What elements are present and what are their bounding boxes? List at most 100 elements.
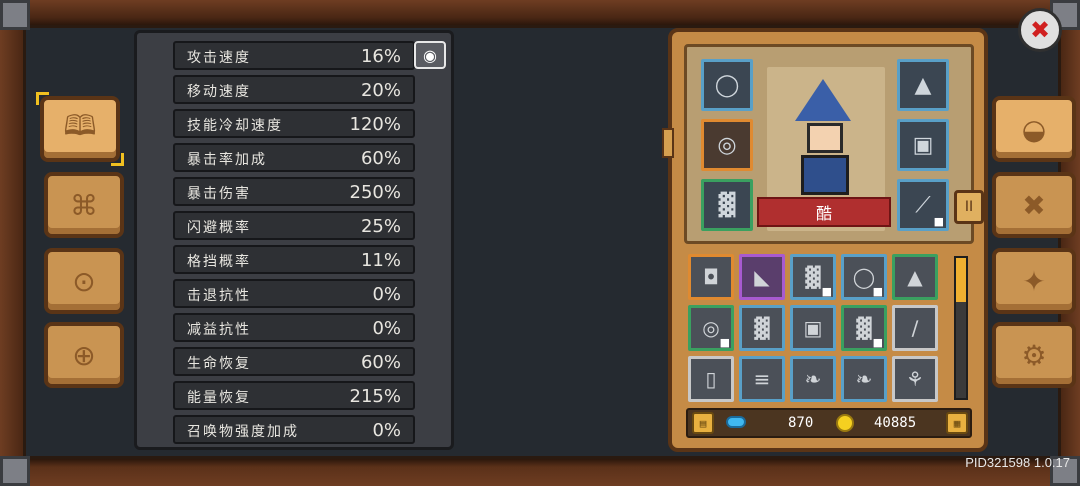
stats-list: 攻击速度 16% 移动速度 20% 技能冷却速度 120% 暴击率加成 60% 暴击伤害 250%… bbox=[173, 41, 451, 444]
inventory-slot[interactable]: ▓ ■ bbox=[790, 254, 836, 300]
inventory-slot[interactable]: ◎ ■ bbox=[688, 305, 734, 351]
inventory-slot[interactable]: ▲ bbox=[892, 254, 938, 300]
tab-skills[interactable]: ✖ bbox=[992, 172, 1076, 238]
inventory-slot[interactable]: ◯ ■ bbox=[841, 254, 887, 300]
close-button[interactable]: ✖ bbox=[1018, 8, 1062, 52]
stat-row: 暴击伤害 250% bbox=[173, 177, 415, 206]
helmet-icon: ◒ bbox=[1021, 112, 1047, 146]
stat-label: 格挡概率 bbox=[187, 254, 251, 270]
inventory-slot[interactable]: ≡ bbox=[739, 356, 785, 402]
stat-label: 闪避概率 bbox=[187, 220, 251, 236]
stat-label: 减益抗性 bbox=[187, 322, 251, 338]
equip-slot-hat[interactable]: ▲ bbox=[897, 59, 949, 111]
panel-arrow-tab[interactable] bbox=[662, 128, 674, 158]
wheat-icon: ⚘ bbox=[906, 367, 924, 391]
inventory-slot[interactable]: ❧ bbox=[790, 356, 836, 402]
tab-stats[interactable]: 🕮 bbox=[36, 92, 124, 166]
frame-corner bbox=[0, 456, 30, 486]
inventory-slot[interactable]: ◘ bbox=[688, 254, 734, 300]
map-icon: ⌘ bbox=[70, 188, 98, 222]
gear-icon: ⚙ bbox=[1021, 338, 1047, 372]
hat-icon: ▲ bbox=[907, 265, 923, 289]
shoe-icon: ◣ bbox=[754, 265, 770, 289]
book-icon: 🕮 bbox=[63, 109, 97, 142]
orbs-icon: ⊙ bbox=[72, 264, 96, 298]
scroll-icon: ≡ bbox=[753, 367, 771, 391]
pause-label: II bbox=[964, 199, 974, 215]
character-name: 酷 bbox=[757, 197, 891, 227]
tab-orbs[interactable]: ⊙ bbox=[44, 248, 124, 314]
coin-count: 40885 bbox=[874, 415, 917, 431]
boots-icon: ▓ bbox=[856, 316, 872, 340]
armor-icon: ▣ bbox=[803, 316, 823, 340]
phone-icon: ▯ bbox=[705, 367, 717, 391]
stat-row: 生命恢复 60% bbox=[173, 347, 415, 376]
tab-vehicle[interactable]: ⊕ bbox=[44, 322, 124, 388]
tab-equipment[interactable]: ◒ bbox=[992, 96, 1076, 162]
inventory-slot[interactable]: ❧ bbox=[841, 356, 887, 402]
compass-icon: ✦ bbox=[1022, 264, 1046, 298]
sword-icon: ∕ bbox=[911, 316, 919, 340]
inventory-slot[interactable]: ▓ ■ bbox=[841, 305, 887, 351]
equip-slot-ring[interactable]: ◎ bbox=[701, 119, 753, 171]
lock-icon: ■ bbox=[821, 285, 832, 298]
stat-row: 技能冷却速度 120% bbox=[173, 109, 415, 138]
armor-icon: ▣ bbox=[912, 132, 934, 158]
feather-icon: ❧ bbox=[804, 367, 822, 391]
stat-value: 60% bbox=[360, 148, 401, 169]
ring-icon: ◎ bbox=[717, 132, 737, 158]
equip-slot-weapon[interactable]: ⟋ ■ bbox=[897, 179, 949, 231]
inventory-slot[interactable]: ⚘ bbox=[892, 356, 938, 402]
stat-row: 召唤物强度加成 0% bbox=[173, 415, 415, 444]
storage-button[interactable]: ▤ bbox=[692, 412, 714, 434]
boots-icon: ▓ bbox=[805, 265, 821, 289]
cloak-icon: ◘ bbox=[703, 265, 719, 289]
stat-label: 技能冷却速度 bbox=[187, 118, 283, 134]
stat-label: 攻击速度 bbox=[187, 50, 251, 66]
grid-icon: ▦ bbox=[953, 416, 961, 430]
stat-label: 召唤物强度加成 bbox=[187, 424, 299, 440]
inventory-slot[interactable]: ▣ bbox=[790, 305, 836, 351]
tab-settings[interactable]: ⚙ bbox=[992, 322, 1076, 388]
lock-icon: ■ bbox=[872, 336, 883, 349]
inventory-scrollbar[interactable] bbox=[954, 256, 968, 400]
inventory-slot[interactable]: ▓ bbox=[739, 305, 785, 351]
stat-value: 250% bbox=[349, 182, 401, 203]
tab-map[interactable]: ⌘ bbox=[44, 172, 124, 238]
equip-slot-armor[interactable]: ▣ bbox=[897, 119, 949, 171]
stat-label: 击退抗性 bbox=[187, 288, 251, 304]
steering-wheel-icon: ⊕ bbox=[72, 338, 96, 372]
stat-label: 暴击率加成 bbox=[187, 152, 267, 168]
version-label: PID321598 1.0.17 bbox=[965, 455, 1070, 470]
close-icon: ✖ bbox=[1029, 16, 1051, 44]
stat-value: 16% bbox=[360, 46, 401, 67]
screenshot-button[interactable]: ◉ bbox=[414, 41, 446, 69]
stat-value: 11% bbox=[360, 250, 401, 271]
camera-icon: ◉ bbox=[423, 45, 437, 65]
lock-icon: ■ bbox=[872, 285, 883, 298]
equip-slot-boots[interactable]: ▓ bbox=[701, 179, 753, 231]
wizard-body bbox=[801, 155, 849, 195]
pause-tab[interactable]: II bbox=[954, 190, 984, 224]
grid-view-button[interactable]: ▦ bbox=[946, 412, 968, 434]
scrollbar-thumb[interactable] bbox=[956, 258, 966, 302]
stat-value: 0% bbox=[372, 420, 401, 441]
stat-label: 移动速度 bbox=[187, 84, 251, 100]
stat-label: 生命恢复 bbox=[187, 356, 251, 372]
tab-talents[interactable]: ✦ bbox=[992, 248, 1076, 314]
stat-row: 减益抗性 0% bbox=[173, 313, 415, 342]
necklace-icon: ◎ bbox=[702, 316, 720, 340]
frame-left bbox=[0, 28, 26, 456]
hat-icon: ▲ bbox=[914, 72, 932, 98]
stat-value: 120% bbox=[349, 114, 401, 135]
inventory-slot[interactable]: ∕ bbox=[892, 305, 938, 351]
currency-bar: ▤ 870 40885 ▦ bbox=[686, 408, 972, 438]
inventory-slot[interactable]: ▯ bbox=[688, 356, 734, 402]
stat-value: 0% bbox=[372, 318, 401, 339]
inventory-grid: ◘ ◣ ▓ ■ ◯ ■ ▲ ◎ ■ ▓ ▣ ▓ ■ ∕ ▯ ≡ ❧ ❧ ⚘ bbox=[688, 254, 944, 402]
stat-value: 60% bbox=[360, 352, 401, 373]
equip-slot-necklace[interactable]: ◯ bbox=[701, 59, 753, 111]
coin-icon bbox=[836, 414, 854, 432]
inventory-slot[interactable]: ◣ bbox=[739, 254, 785, 300]
stat-row: 能量恢复 215% bbox=[173, 381, 415, 410]
